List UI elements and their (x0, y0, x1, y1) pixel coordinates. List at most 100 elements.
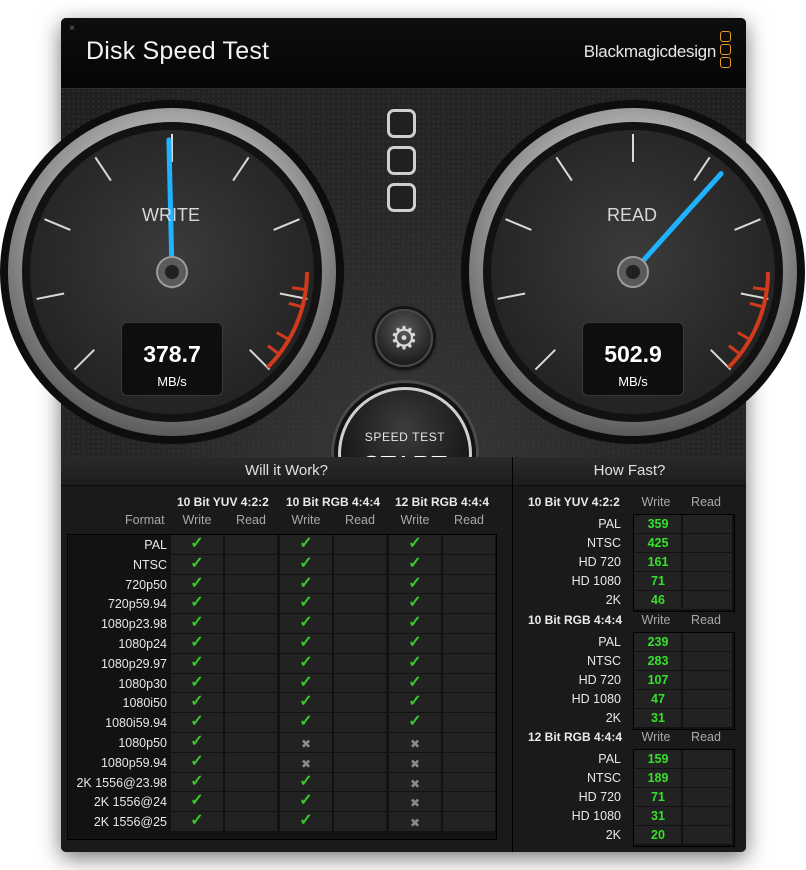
write-gauge-label: WRITE (142, 205, 200, 225)
column-header-write: Write (641, 495, 671, 509)
result-cell (225, 653, 277, 673)
column-header-read: Read (345, 513, 375, 527)
format-label: 1080p29.97 (100, 656, 167, 671)
start-button-caption: SPEED TEST (364, 430, 446, 444)
check-icon: ✓ (190, 752, 204, 770)
result-cell (443, 554, 495, 574)
speed-format-label: PAL (598, 517, 621, 531)
result-cell (225, 554, 277, 574)
write-speed-fps: 46 (651, 593, 665, 607)
cross-icon: ✖ (409, 816, 421, 831)
speed-group-header: 10 Bit RGB 4:4:4 (528, 613, 623, 627)
speed-format-label: HD 720 (578, 555, 621, 569)
speed-format-label: HD 720 (578, 790, 621, 804)
check-icon: ✓ (190, 792, 204, 810)
speed-format-label: PAL (598, 635, 621, 649)
format-label: 1080p24 (118, 637, 167, 651)
speed-format-label: HD 720 (578, 673, 621, 687)
check-icon: ✓ (299, 792, 313, 810)
result-cell (334, 574, 386, 594)
read-speed-cell (683, 709, 732, 727)
check-icon: ✓ (299, 713, 313, 731)
check-icon: ✓ (190, 772, 204, 790)
read-speed-cell (683, 553, 732, 571)
app-title: Disk Speed Test (86, 37, 270, 65)
result-cell (334, 812, 386, 831)
result-cell (443, 713, 495, 732)
result-cell (443, 772, 495, 792)
result-cell (443, 792, 495, 812)
column-header-read: Read (691, 495, 721, 509)
format-group-header: 10 Bit RGB 4:4:4 (286, 495, 381, 509)
result-cell (334, 733, 386, 752)
speed-format-label: HD 1080 (571, 574, 621, 588)
column-header-read: Read (691, 613, 721, 627)
result-cell (443, 614, 495, 633)
write-speed-fps: 20 (651, 828, 665, 842)
write-speed-fps: 107 (647, 673, 669, 687)
column-header-read: Read (236, 513, 266, 527)
result-cell (225, 535, 277, 554)
speed-group-header: 12 Bit RGB 4:4:4 (528, 730, 623, 744)
settings-button[interactable]: ⚙ (375, 309, 433, 367)
app-window: × Disk Speed Test Blackmagicdesign ⚙ SPE… (61, 18, 746, 852)
format-label: NTSC (132, 557, 167, 572)
how-fast-panel: How Fast? 10 Bit YUV 4:2:2 Write Read PAL 35… (513, 457, 746, 852)
gear-icon: ⚙ (389, 320, 419, 356)
result-cell (443, 693, 495, 713)
format-label: 1080p23.98 (100, 617, 167, 632)
check-icon: ✓ (190, 554, 204, 572)
read-speed-readout: 502.9 MB/s (582, 322, 684, 396)
read-speed-cell (683, 515, 732, 533)
column-header-write: Write (291, 513, 321, 527)
format-label: 1080p59.94 (100, 755, 167, 770)
check-icon: ✓ (299, 594, 313, 612)
write-gauge-major-tick (36, 292, 65, 300)
check-icon: ✓ (190, 614, 204, 632)
check-icon: ✓ (408, 653, 422, 671)
result-cell (443, 733, 495, 752)
read-speed-unit: MB/s (618, 374, 648, 389)
result-cell (334, 554, 386, 574)
column-header-read: Read (691, 730, 721, 744)
result-cell (225, 752, 277, 772)
read-gauge-label: READ (606, 205, 657, 225)
check-icon: ✓ (299, 653, 313, 671)
close-window-button[interactable]: × (67, 24, 77, 34)
check-icon: ✓ (408, 693, 422, 711)
check-icon: ✓ (299, 673, 313, 691)
speed-format-label: 2K (605, 711, 621, 725)
result-cell (334, 594, 386, 614)
check-icon: ✓ (299, 574, 313, 592)
speed-format-label: HD 1080 (571, 692, 621, 706)
result-cell (225, 812, 277, 831)
check-icon: ✓ (408, 614, 422, 632)
how-fast-title: How Fast? (513, 457, 746, 486)
gauge-dashboard: ⚙ SPEED TEST START (61, 89, 746, 521)
read-speed-cell (683, 788, 732, 806)
result-cell (334, 693, 386, 713)
result-cell (334, 713, 386, 732)
check-icon: ✓ (299, 535, 313, 552)
write-speed-fps: 189 (647, 771, 669, 785)
read-speed-cell (683, 652, 732, 670)
read-speed-cell (683, 750, 732, 768)
result-cell (225, 792, 277, 812)
read-speed-cell (683, 807, 732, 825)
check-icon: ✓ (299, 772, 313, 790)
format-group-header: 12 Bit RGB 4:4:4 (395, 495, 490, 509)
read-speed-cell (683, 690, 732, 708)
write-speed-fps: 425 (647, 536, 669, 550)
speed-format-label: NTSC (586, 654, 621, 668)
check-icon: ✓ (190, 653, 204, 671)
column-header-read: Read (454, 513, 484, 527)
write-speed-fps: 31 (651, 711, 665, 725)
write-speed-fps: 161 (647, 555, 669, 569)
format-label: 1080p30 (118, 676, 167, 691)
drive-stack-icon (387, 109, 419, 220)
read-speed-cell (683, 572, 732, 590)
result-cell (443, 752, 495, 772)
write-speed-fps: 359 (647, 517, 669, 531)
check-icon: ✓ (299, 554, 313, 572)
column-header-write: Write (641, 613, 671, 627)
